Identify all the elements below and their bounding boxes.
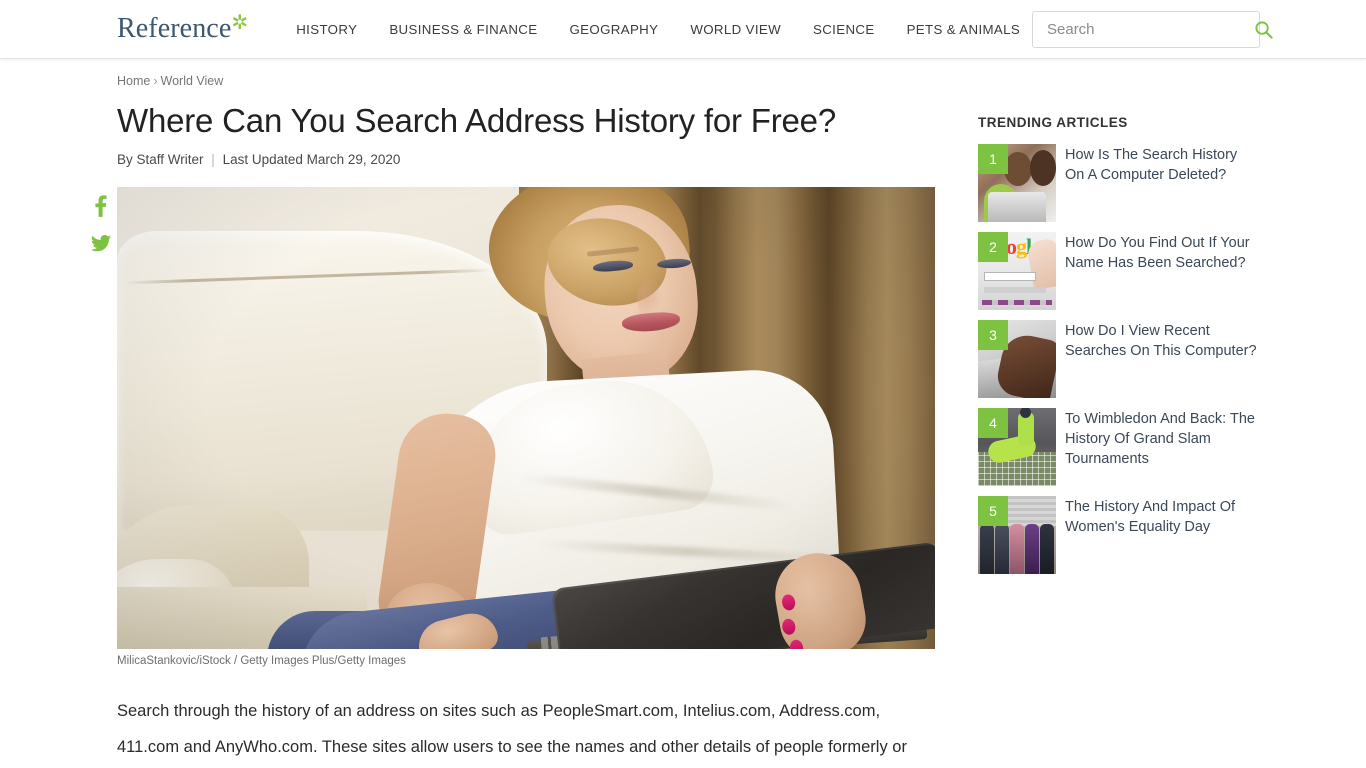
logo-asterisk-icon: ✲ xyxy=(231,12,249,34)
nav-item-pets-animals[interactable]: PETS & ANIMALS xyxy=(891,22,1037,37)
main-navigation: HISTORY BUSINESS & FINANCE GEOGRAPHY WOR… xyxy=(280,22,1036,37)
image-credit: MilicaStankovic/iStock / Getty Images Pl… xyxy=(117,655,406,667)
twitter-icon xyxy=(90,235,111,252)
nav-item-business-finance[interactable]: BUSINESS & FINANCE xyxy=(373,22,553,37)
site-header: Reference✲ HISTORY BUSINESS & FINANCE GE… xyxy=(0,0,1366,59)
thumb-art xyxy=(1040,524,1054,574)
trending-thumbnail-1: 1 xyxy=(978,144,1056,222)
thumb-art xyxy=(1010,524,1024,574)
breadcrumb-item-home[interactable]: Home xyxy=(117,74,150,88)
logo-text: Reference xyxy=(117,13,232,44)
thumb-art xyxy=(982,300,1052,305)
trending-rank-badge: 4 xyxy=(978,408,1008,438)
article-column: Where Can You Search Address History for… xyxy=(90,101,947,768)
byline-divider: | xyxy=(211,152,215,167)
twitter-share-button[interactable] xyxy=(90,235,111,252)
trending-rank-badge: 3 xyxy=(978,320,1008,350)
facebook-icon xyxy=(95,195,107,217)
thumb-art xyxy=(1026,237,1056,291)
thumb-art xyxy=(984,272,1036,281)
trending-link-1[interactable]: How Is The Search History On A Computer … xyxy=(1065,144,1258,222)
trending-rank-badge: 2 xyxy=(978,232,1008,262)
trending-link-5[interactable]: The History And Impact Of Women's Equali… xyxy=(1065,496,1258,574)
nav-item-history[interactable]: HISTORY xyxy=(280,22,373,37)
trending-heading: TRENDING ARTICLES xyxy=(978,115,1128,130)
thumb-art xyxy=(1025,524,1039,574)
content-row: Where Can You Search Address History for… xyxy=(0,101,1366,768)
article-body-paragraph: Search through the history of an address… xyxy=(117,702,907,756)
trending-rank-badge: 1 xyxy=(978,144,1008,174)
thumb-art xyxy=(995,524,1009,574)
breadcrumb-item-world-view[interactable]: World View xyxy=(161,74,224,88)
breadcrumb: Home › World View xyxy=(117,73,1366,89)
trending-link-3[interactable]: How Do I View Recent Searches On This Co… xyxy=(1065,320,1258,398)
thumb-art xyxy=(984,184,1018,222)
trending-item-1[interactable]: 1 How Is The Search History On A Compute… xyxy=(978,144,1258,222)
trending-item-3[interactable]: 3 How Do I View Recent Searches On This … xyxy=(978,320,1258,398)
thumb-art xyxy=(980,524,994,574)
photo-vignette xyxy=(117,187,935,649)
byline-updated: Last Updated March 29, 2020 xyxy=(222,152,401,167)
search-box[interactable] xyxy=(1032,11,1273,48)
page-title: Where Can You Search Address History for… xyxy=(117,102,836,139)
site-logo[interactable]: Reference✲ xyxy=(117,12,249,44)
trending-thumbnail-5: 5 xyxy=(978,496,1056,574)
social-share-rail xyxy=(90,195,112,252)
search-input[interactable] xyxy=(1033,12,1254,47)
byline: By Staff Writer | Last Updated March 29,… xyxy=(117,151,947,169)
trending-rank-badge: 5 xyxy=(978,496,1008,526)
thumb-art xyxy=(1030,150,1056,186)
nav-item-geography[interactable]: GEOGRAPHY xyxy=(553,22,674,37)
byline-author: By Staff Writer xyxy=(117,152,204,167)
trending-item-4[interactable]: 4 To Wimbledon And Back: The History Of … xyxy=(978,408,1258,486)
thumb-art xyxy=(984,287,1046,293)
trending-link-2[interactable]: How Do You Find Out If Your Name Has Bee… xyxy=(1065,232,1258,310)
breadcrumb-separator: › xyxy=(153,74,158,88)
page-body: Home › World View Where Can You Search Add… xyxy=(0,59,1366,768)
search-icon xyxy=(1255,21,1273,39)
trending-link-4[interactable]: To Wimbledon And Back: The History Of Gr… xyxy=(1065,408,1258,486)
trending-sidebar: TRENDING ARTICLES 1 How Is The Search Hi… xyxy=(978,101,1258,768)
nav-item-world-view[interactable]: WORLD VIEW xyxy=(674,22,797,37)
article-hero-image xyxy=(117,187,935,649)
nav-item-science[interactable]: SCIENCE xyxy=(797,22,891,37)
trending-thumbnail-4: 4 xyxy=(978,408,1056,486)
search-button[interactable] xyxy=(1254,12,1273,47)
trending-item-5[interactable]: 5 The History And Impact Of Women's Equa… xyxy=(978,496,1258,574)
facebook-share-button[interactable] xyxy=(95,195,107,217)
trending-thumbnail-3: 3 xyxy=(978,320,1056,398)
trending-item-2[interactable]: oogle 2 How Do You Find Out If Your Name… xyxy=(978,232,1258,310)
trending-thumbnail-2: oogle 2 xyxy=(978,232,1056,310)
thumb-art xyxy=(1004,152,1032,186)
